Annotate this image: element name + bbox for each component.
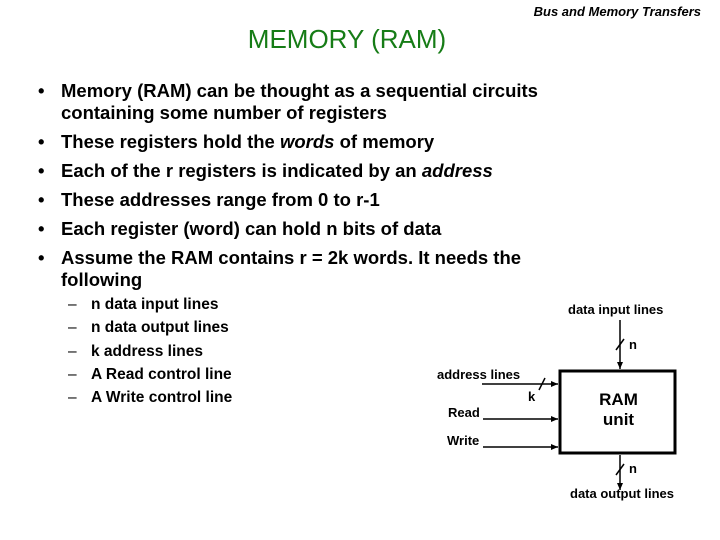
ram-unit-label-line2: unit: [602, 410, 635, 429]
data-output-label: data output lines: [570, 486, 674, 501]
ram-diagram: data input lines n address lines k Read …: [0, 0, 720, 540]
write-label: Write: [447, 433, 480, 448]
ram-unit-label-line1: RAM: [599, 390, 638, 409]
ram-diagram-lines: [482, 320, 677, 490]
address-width-label: k: [528, 389, 536, 404]
read-label: Read: [448, 405, 480, 420]
data-input-label: data input lines: [568, 302, 664, 317]
data-input-width-label: n: [629, 337, 637, 352]
data-output-width-label: n: [629, 461, 637, 476]
address-label: address lines: [437, 367, 521, 382]
ram-unit-label: RAM unit: [560, 390, 677, 430]
